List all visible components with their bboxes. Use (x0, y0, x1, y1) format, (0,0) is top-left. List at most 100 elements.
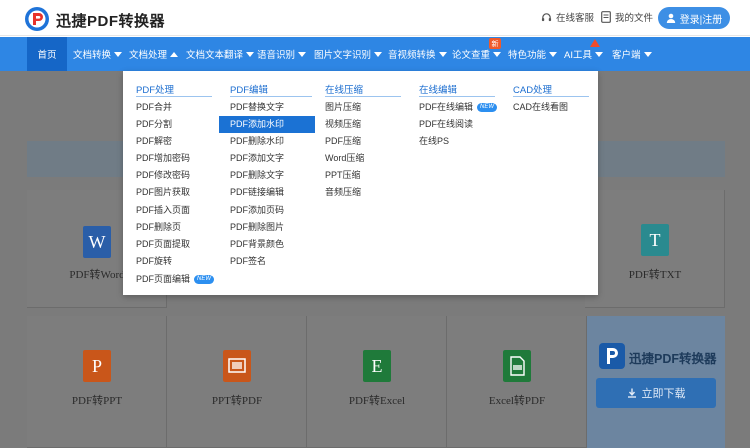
txt-icon: T (641, 224, 669, 256)
chevron-up-icon (170, 51, 179, 57)
nav-doc-translate-label: 文档文本翻译 (186, 50, 244, 61)
brand-logo-icon[interactable] (24, 6, 50, 32)
menu-item[interactable]: PDF替换文字 (230, 99, 284, 116)
menu-item[interactable]: 视频压缩 (325, 116, 361, 133)
nav-speech[interactable]: 语音识别 (257, 37, 307, 71)
chevron-down-icon (246, 51, 255, 57)
tool-tile-ppt-to-pdf[interactable]: PPT转PDF (167, 316, 307, 448)
new-tag: NEW (194, 275, 215, 284)
download-icon (627, 388, 636, 398)
menu-item[interactable]: Word压缩 (325, 150, 364, 167)
menu-item[interactable]: PDF分割 (136, 116, 172, 133)
menu-item[interactable]: PDF增加密码 (136, 150, 190, 167)
menu-item[interactable]: PDF删除页 (136, 219, 181, 236)
col-divider (230, 96, 312, 97)
col-title: PDF编辑 (230, 85, 269, 96)
menu-item[interactable]: PDF删除水印 (230, 133, 284, 150)
menu-item[interactable]: PDF合并 (136, 99, 172, 116)
tool-tile-pdf-to-ppt[interactable]: P PDF转PPT (27, 316, 167, 448)
promo-logo-icon (599, 343, 625, 369)
tool-label: PPT转PDF (211, 395, 263, 407)
menu-item[interactable]: PDF删除文字 (230, 167, 284, 184)
ppt-icon: P (83, 350, 111, 382)
menu-item-pdf-online-edit[interactable]: PDF在线编辑 NEW (419, 99, 498, 116)
nav-features[interactable]: 特色功能 (508, 37, 558, 71)
new-badge: 新 (489, 38, 501, 49)
nav-paper-check-label: 论文查重 (452, 50, 491, 61)
menu-item[interactable]: PDF在线阅读 (419, 116, 473, 133)
download-button[interactable]: 立即下载 (596, 378, 716, 408)
chevron-down-icon (114, 51, 123, 57)
download-promo-card: 迅捷PDF转换器 立即下载 (587, 316, 725, 448)
menu-item[interactable]: PDF图片获取 (136, 184, 190, 201)
tool-tile-pdf-to-txt[interactable]: T PDF转TXT (585, 190, 725, 308)
nav-av-convert-label: 音视频转换 (388, 50, 436, 61)
col-divider (513, 96, 589, 97)
my-files-link[interactable]: 我的文件 (601, 10, 653, 24)
menu-item[interactable]: PDF插入页面 (136, 202, 190, 219)
menu-item[interactable]: 图片压缩 (325, 99, 361, 116)
main-nav: 首页 文档转换 文档处理 文档文本翻译 语音识别 图片文字识别 音视频转换 论文… (0, 37, 750, 71)
nav-features-label: 特色功能 (508, 50, 547, 61)
tool-label: Excel转PDF (488, 395, 546, 407)
chevron-down-icon (493, 51, 502, 57)
excel-to-pdf-icon (503, 350, 531, 382)
nav-doc-convert[interactable]: 文档转换 (73, 37, 123, 71)
nav-client[interactable]: 客户端 (612, 37, 652, 71)
menu-item[interactable]: PPT压缩 (325, 167, 361, 184)
menu-item[interactable]: PDF页面提取 (136, 236, 190, 253)
chevron-down-icon (643, 51, 652, 57)
login-register-label: 登录|注册 (679, 14, 723, 26)
menu-item[interactable]: PDF添加文字 (230, 150, 284, 167)
word-icon: W (83, 226, 111, 258)
login-register-button[interactable]: 登录|注册 (658, 7, 730, 29)
brand-name[interactable]: 迅捷PDF转换器 (56, 10, 165, 31)
hot-indicator-icon (590, 39, 600, 47)
menu-item[interactable]: PDF压缩 (325, 133, 361, 150)
menu-item[interactable]: PDF旋转 (136, 253, 172, 270)
user-icon (666, 13, 675, 23)
chevron-down-icon (374, 51, 383, 57)
chevron-down-icon (594, 51, 603, 57)
download-label: 立即下载 (641, 388, 686, 400)
menu-item[interactable]: CAD在线看图 (513, 99, 568, 116)
menu-item[interactable]: 音频压缩 (325, 184, 361, 201)
tool-tile-pdf-to-excel[interactable]: E PDF转Excel (307, 316, 447, 448)
menu-item[interactable]: PDF解密 (136, 133, 172, 150)
menu-item[interactable]: PDF签名 (230, 253, 266, 270)
menu-item[interactable]: PDF添加页码 (230, 202, 284, 219)
menu-item[interactable]: PDF背景颜色 (230, 236, 284, 253)
nav-doc-process[interactable]: 文档处理 (129, 37, 179, 71)
tool-label: PDF转TXT (628, 269, 682, 281)
file-icon (601, 11, 611, 23)
menu-item-pdf-page-edit[interactable]: PDF页面编辑 NEW (136, 271, 215, 288)
nav-doc-process-label: 文档处理 (129, 50, 168, 61)
menu-item[interactable]: 在线PS (419, 133, 449, 150)
nav-home-label: 首页 (37, 50, 57, 61)
col-divider (136, 96, 212, 97)
menu-item-label: PDF在线编辑 (419, 102, 474, 112)
online-service-label: 在线客服 (556, 13, 595, 24)
col-title: 在线压缩 (325, 85, 364, 96)
nav-doc-translate[interactable]: 文档文本翻译 (186, 37, 255, 71)
col-title: CAD处理 (513, 85, 553, 96)
nav-ocr[interactable]: 图片文字识别 (314, 37, 383, 71)
nav-doc-convert-label: 文档转换 (73, 50, 112, 61)
tool-tile-excel-to-pdf[interactable]: Excel转PDF (447, 316, 587, 448)
col-divider (325, 96, 401, 97)
ppt-to-pdf-icon (223, 350, 251, 382)
nav-av-convert[interactable]: 音视频转换 (388, 37, 447, 71)
col-divider (419, 96, 495, 97)
menu-item-selected[interactable]: PDF添加水印 (219, 116, 315, 133)
menu-item[interactable]: PDF修改密码 (136, 167, 190, 184)
nav-home[interactable]: 首页 (27, 37, 67, 71)
menu-item[interactable]: PDF链接编辑 (230, 184, 284, 201)
online-service-link[interactable]: 在线客服 (541, 10, 594, 24)
nav-client-label: 客户端 (612, 50, 641, 61)
nav-ocr-label: 图片文字识别 (314, 50, 372, 61)
menu-item[interactable]: PDF删除图片 (230, 219, 284, 236)
tool-label: PDF转PPT (71, 395, 123, 407)
nav-speech-label: 语音识别 (257, 50, 296, 61)
my-files-label: 我的文件 (615, 13, 654, 24)
col-title: 在线编辑 (419, 85, 458, 96)
